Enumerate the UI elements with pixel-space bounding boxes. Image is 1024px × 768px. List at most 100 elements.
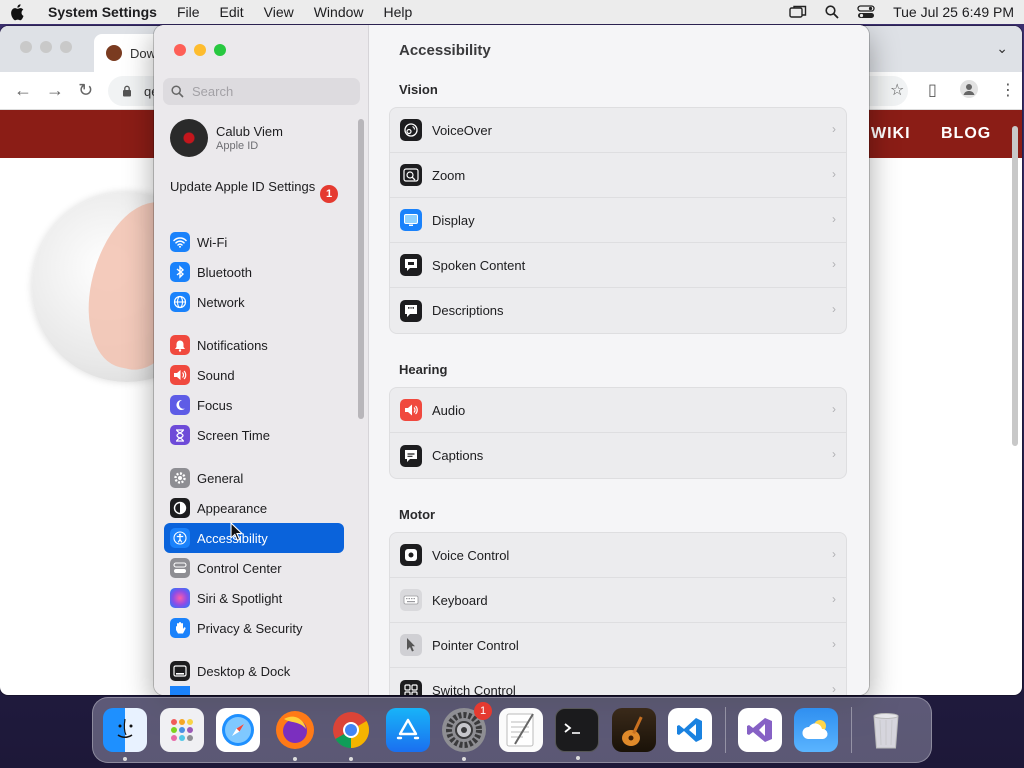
sidebar-item-focus[interactable]: Focus [164, 390, 344, 420]
update-badge: 1 [320, 185, 338, 203]
switch-control-icon [400, 679, 422, 695]
chevron-right-icon: › [832, 637, 836, 651]
trash-icon[interactable] [864, 708, 908, 752]
sidebar-item-label: Appearance [197, 500, 268, 516]
search-input[interactable] [192, 84, 352, 99]
sidebar-item-network[interactable]: Network [164, 287, 344, 317]
browser-close-button[interactable] [20, 41, 32, 53]
tab-favicon-icon [106, 45, 122, 61]
sidebar-item-accessibility[interactable]: Accessibility [164, 523, 344, 553]
sidebar-item-wifi[interactable]: Wi-Fi [164, 227, 344, 257]
chevron-right-icon: › [832, 212, 836, 226]
descriptions-icon: "" [400, 299, 422, 322]
window-traffic-lights [174, 44, 226, 56]
chevron-right-icon: › [832, 682, 836, 695]
sidebar-item-label: Network [197, 294, 245, 310]
menubar-clock[interactable]: Tue Jul 25 6:49 PM [893, 4, 1014, 20]
sidebar-item-appearance[interactable]: Appearance [164, 493, 344, 523]
menu-file[interactable]: File [177, 4, 200, 20]
moon-icon [170, 395, 190, 415]
row-pointer-control[interactable]: Pointer Control › [390, 623, 846, 668]
bluetooth-icon [170, 262, 190, 282]
chevron-right-icon: › [832, 402, 836, 416]
sidebar-search[interactable] [163, 78, 360, 105]
bookmark-star-icon[interactable]: ☆ [890, 80, 904, 100]
firefox-icon[interactable] [273, 708, 317, 761]
nav-link-wiki[interactable]: WIKI [871, 125, 911, 143]
pointer-control-icon [400, 634, 422, 656]
row-audio[interactable]: Audio › [390, 388, 846, 433]
sidebar-scrollbar[interactable] [358, 119, 364, 419]
mouse-pointer-icon [230, 522, 244, 542]
apple-menu-icon[interactable] [10, 3, 30, 21]
sidebar-item-general[interactable]: General [164, 463, 344, 493]
sidebar-item-label: Bluetooth [197, 264, 252, 280]
forward-arrow-icon[interactable]: → [46, 80, 64, 101]
menu-help[interactable]: Help [384, 4, 413, 20]
keyboard-icon [400, 589, 422, 611]
sidebar-item-label: Wi-Fi [197, 234, 228, 250]
menu-edit[interactable]: Edit [220, 4, 244, 20]
terminal-icon[interactable] [555, 708, 599, 760]
window-close-button[interactable] [174, 44, 186, 56]
garageband-icon[interactable] [611, 708, 656, 752]
tab-list-chevron-icon[interactable]: ⌄ [996, 40, 1008, 57]
row-spoken-content[interactable]: Spoken Content › [390, 243, 846, 288]
sidebar-item-partial[interactable] [164, 686, 344, 695]
sidebar-item-sound[interactable]: Sound [164, 360, 344, 390]
sidebar-item-control-center[interactable]: Control Center [164, 553, 344, 583]
safari-icon[interactable] [216, 708, 260, 752]
menu-view[interactable]: View [264, 4, 294, 20]
side-panel-icon[interactable]: ▯ [928, 80, 937, 100]
hearing-group: Audio › Captions › [389, 387, 847, 479]
window-zoom-button[interactable] [214, 44, 226, 56]
browser-scrollbar[interactable] [1012, 126, 1018, 446]
vscode-icon[interactable] [668, 708, 712, 752]
row-label: Switch Control [432, 683, 516, 695]
row-zoom[interactable]: Zoom › [390, 153, 846, 198]
row-label: Keyboard [432, 592, 488, 608]
row-display[interactable]: Display › [390, 198, 846, 243]
control-center-icon [170, 558, 190, 578]
menu-window[interactable]: Window [314, 4, 364, 20]
row-switch-control[interactable]: Switch Control › [390, 668, 846, 695]
sidebar-item-bluetooth[interactable]: Bluetooth [164, 257, 344, 287]
apple-id-account[interactable]: Calub Viem Apple ID [170, 119, 283, 157]
row-captions[interactable]: Captions › [390, 433, 846, 478]
reload-icon[interactable]: ↻ [78, 80, 93, 101]
sidebar-item-screen-time[interactable]: Screen Time [164, 420, 344, 450]
row-descriptions[interactable]: "" Descriptions › [390, 288, 846, 333]
row-voice-control[interactable]: Voice Control › [390, 533, 846, 578]
screen-mirroring-icon[interactable] [789, 5, 807, 19]
sidebar-item-label: General [197, 470, 244, 486]
sidebar-item-desktop-dock[interactable]: Desktop & Dock [164, 656, 344, 686]
sidebar-item-label: Privacy & Security [197, 620, 303, 636]
sidebar-item-siri-spotlight[interactable]: Siri & Spotlight [164, 583, 344, 613]
back-arrow-icon[interactable]: ← [14, 80, 32, 101]
sidebar-item-notifications[interactable]: Notifications [164, 330, 344, 360]
textedit-icon[interactable] [498, 708, 543, 752]
menu-app-name[interactable]: System Settings [48, 4, 157, 20]
update-apple-id-settings[interactable]: Update Apple ID Settings [170, 179, 340, 195]
row-keyboard[interactable]: Keyboard › [390, 578, 846, 623]
window-minimize-button[interactable] [194, 44, 206, 56]
app-store-icon[interactable] [385, 708, 430, 752]
weather-icon[interactable] [794, 708, 838, 752]
chevron-right-icon: › [832, 167, 836, 181]
visual-studio-icon[interactable] [737, 708, 782, 752]
spotlight-search-icon[interactable] [825, 5, 839, 19]
chrome-icon[interactable] [329, 708, 373, 761]
control-center-menubar-icon[interactable] [857, 5, 875, 19]
tab-title: Dow [130, 45, 157, 61]
nav-link-blog[interactable]: BLOG [941, 125, 991, 143]
user-name: Calub Viem [216, 124, 283, 139]
launchpad-icon[interactable] [159, 708, 204, 752]
browser-menu-icon[interactable]: ⋮ [1000, 80, 1016, 100]
profile-icon[interactable] [960, 80, 978, 103]
browser-minimize-button[interactable] [40, 41, 52, 53]
sidebar-item-privacy-security[interactable]: Privacy & Security [164, 613, 344, 643]
row-voiceover[interactable]: VoiceOver › [390, 108, 846, 153]
finder-icon[interactable] [103, 708, 147, 761]
system-settings-icon[interactable]: 1 [442, 702, 492, 761]
browser-zoom-button[interactable] [60, 41, 72, 53]
